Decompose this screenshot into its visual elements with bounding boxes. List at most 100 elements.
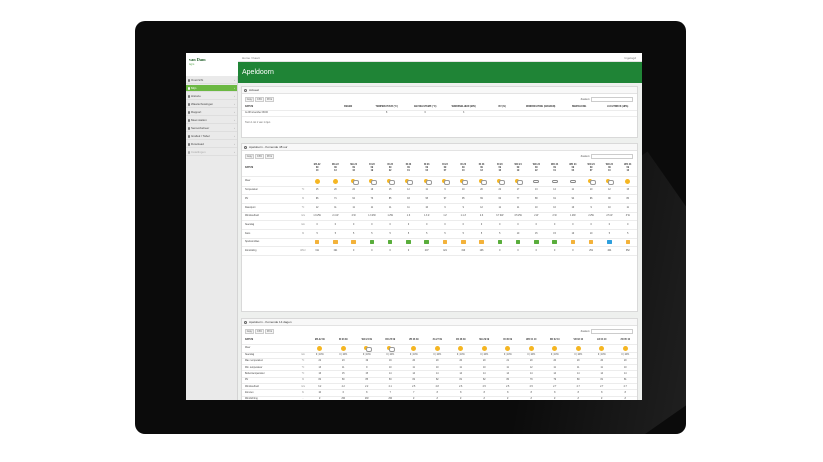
csv-button[interactable]: CSV	[255, 329, 264, 334]
sidebar-item[interactable]: Instellingen ›	[186, 149, 237, 156]
time-header[interactable]: DI 23 09 10	[454, 161, 473, 177]
sidebar-item-label: Sensorbeheer	[191, 125, 210, 130]
day-header[interactable]: ZA 04 10	[590, 336, 614, 345]
table-cell: 0	[545, 246, 564, 256]
table-cell: 91	[545, 194, 564, 204]
sidebar-item[interactable]: Historie ›	[186, 93, 237, 100]
print-button[interactable]: Print	[265, 154, 274, 159]
table-row: Neerslag mm 0 0 0 0 0 0 0 0 0 0 0 0 0 0 0 0 0 0	[242, 220, 637, 230]
copy-button[interactable]: Copy	[245, 97, 254, 102]
column-header[interactable]: DATUM	[242, 161, 298, 177]
day-header[interactable]: WO 24 09	[355, 336, 379, 345]
table-cell: 0	[563, 246, 582, 256]
print-button[interactable]: Print	[265, 329, 274, 334]
sun-icon	[332, 178, 338, 184]
day-header[interactable]: MA 29 09	[472, 336, 496, 345]
print-button[interactable]: Print	[265, 97, 274, 102]
search-input[interactable]	[591, 328, 633, 334]
table-cell	[482, 110, 522, 117]
time-header[interactable]: MA 22 09 13	[326, 161, 345, 177]
partly-sunny-icon	[496, 178, 505, 185]
time-header[interactable]: DI 23 09 22	[381, 161, 400, 177]
day-header[interactable]: MA 22 09	[308, 336, 332, 345]
csv-button[interactable]: CSV	[255, 154, 264, 159]
logo-subtext: Agro	[189, 63, 195, 66]
sidebar-item[interactable]: Sensorbeheer ›	[186, 125, 237, 132]
sidebar-item-label: Mijn	[191, 85, 197, 90]
time-header[interactable]: WO 24 09 07	[581, 161, 601, 177]
partly-sunny-icon	[387, 345, 396, 351]
table-cell: 0	[399, 246, 418, 256]
header-row: DATUM MA 22 09 10 MA 22 09 13 MA 22 09 16 DI 23 09 1…	[242, 161, 637, 177]
day-header[interactable]: VR 03 10	[566, 336, 590, 345]
copy-button[interactable]: Copy	[245, 154, 254, 159]
time-header[interactable]: WO 24 09 01	[545, 161, 564, 177]
table-cell	[563, 238, 582, 248]
day-header[interactable]: DI 23 09	[331, 336, 355, 345]
copy-button[interactable]: Copy	[245, 329, 254, 334]
table-cell: 1 ZW	[563, 212, 582, 222]
search-input[interactable]	[591, 96, 633, 102]
time-header[interactable]: DI 23 09 19	[362, 161, 382, 177]
csv-button[interactable]: CSV	[255, 97, 264, 102]
time-header[interactable]: MA 22 09 16	[344, 161, 363, 177]
sidebar-item[interactable]: Rapport ›	[186, 109, 237, 116]
breadcrumb[interactable]: Home / Kaart	[242, 56, 260, 60]
time-header[interactable]: WO 24 09 04	[563, 161, 582, 177]
table-cell	[381, 238, 400, 248]
day-header[interactable]: VR 26 09	[402, 336, 426, 345]
spray-condition-icon	[479, 240, 484, 245]
search-input[interactable]	[591, 153, 633, 159]
time-header[interactable]: MA 22 09 10	[308, 161, 327, 177]
day-header[interactable]: ZO 05 10	[613, 336, 637, 345]
table-cell	[527, 238, 546, 248]
table-cell: 310	[454, 246, 473, 256]
logo[interactable]: van Dam Agro	[186, 53, 238, 76]
time-header[interactable]: WO 24 09 10	[600, 161, 619, 177]
time-header[interactable]: DI 23 09 04	[417, 161, 436, 177]
weather-cell	[326, 176, 345, 187]
time-header[interactable]: DI 23 09 01	[399, 161, 418, 177]
time-header[interactable]: DI 23 09 13	[472, 161, 491, 177]
sidebar-item[interactable]: Mijn ›	[186, 84, 237, 92]
unit-header	[298, 336, 308, 345]
table-cell: 0	[472, 220, 491, 230]
weather-cell	[496, 344, 520, 353]
search-label: Zoeken:	[580, 155, 590, 158]
unit-cell	[298, 238, 308, 248]
time-header[interactable]: WO 24 09 19	[508, 161, 528, 177]
day-header[interactable]: ZO 28 09	[449, 336, 473, 345]
time-header[interactable]: WO 24 09 13	[618, 161, 637, 177]
day-header[interactable]: DO 25 09	[378, 336, 402, 345]
table-cell: 106	[472, 246, 491, 256]
time-part: 19	[516, 169, 520, 172]
table-cell: 17	[508, 186, 528, 196]
table-cell: 12	[308, 203, 327, 213]
weather-cell	[472, 344, 496, 353]
search-label: Zoeken:	[580, 330, 590, 333]
time-part: 22	[388, 169, 392, 172]
time-header[interactable]: WO 24 09 22	[527, 161, 546, 177]
table-cell	[362, 238, 382, 248]
sidebar-item[interactable]: Waarschuwingen ›	[186, 101, 237, 108]
sidebar-item[interactable]: Meet station ›	[186, 117, 237, 124]
day-header[interactable]: ZA 27 09	[425, 336, 449, 345]
column-header[interactable]: DATUM	[242, 336, 298, 345]
sidebar-item[interactable]: Grafiek / Tabel ›	[186, 133, 237, 140]
day-header[interactable]: WO 01 10	[519, 336, 543, 345]
table-cell: 94	[563, 194, 582, 204]
sidebar-item[interactable]: Overzicht ›	[186, 77, 237, 84]
table-cell: 352	[618, 246, 637, 256]
table-cell: Z	[543, 396, 567, 400]
table-cell: 11	[399, 203, 418, 213]
sidebar-item[interactable]: Download ›	[186, 141, 237, 148]
table-cell: 0	[600, 220, 619, 230]
day-header[interactable]: DI 30 09	[496, 336, 520, 345]
header-row: DATUM MA 22 09 DI 23 09 WO 24 09 DO 25 09 VR …	[242, 336, 637, 345]
time-header[interactable]: DI 23 09 16	[490, 161, 509, 177]
day-header[interactable]: DO 02 10	[543, 336, 567, 345]
table-cell: 2 Z	[472, 212, 491, 222]
time-header[interactable]: DI 23 09 07	[435, 161, 455, 177]
user-menu[interactable]: Ingelogd	[624, 56, 636, 60]
spray-condition-icon	[369, 240, 375, 245]
